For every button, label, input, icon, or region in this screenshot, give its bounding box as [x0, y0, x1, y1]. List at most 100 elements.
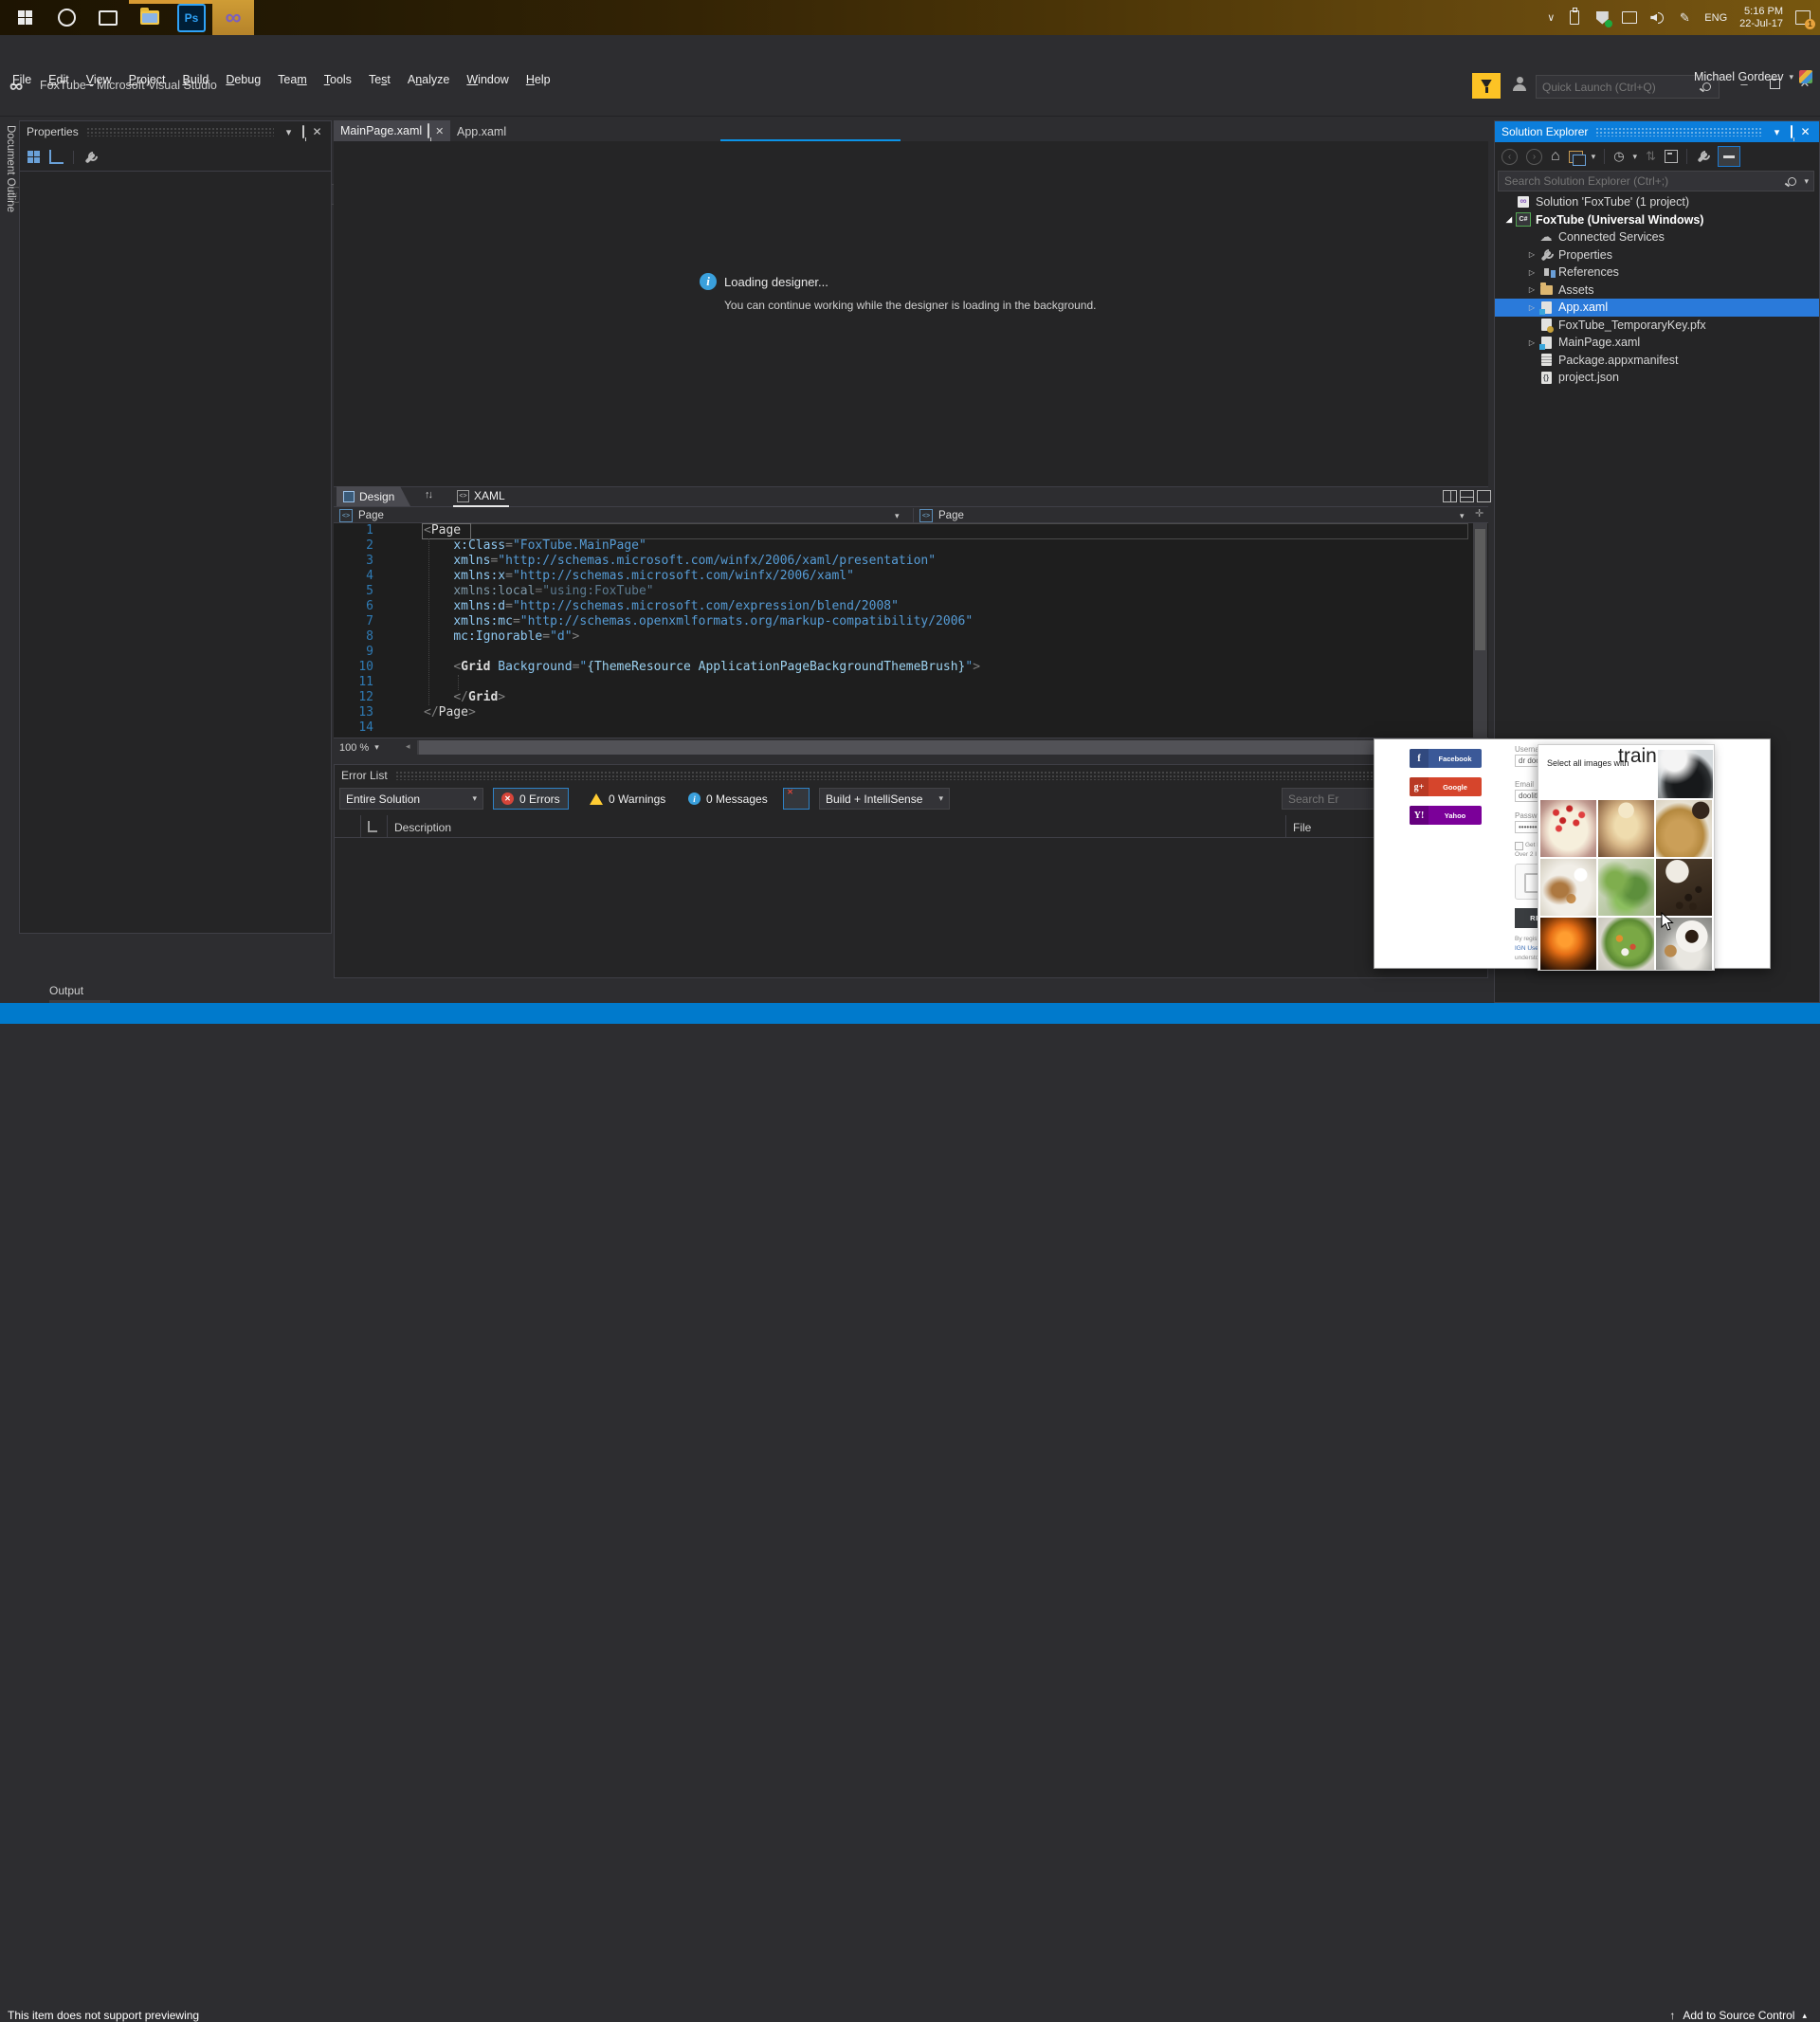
code-line-6[interactable]: 6 xmlns:d="http://schemas.microsoft.com/…: [334, 599, 1488, 614]
close-icon[interactable]: ✕: [310, 125, 324, 138]
horizontal-scrollbar-thumb[interactable]: [419, 740, 1452, 755]
collapse-all-icon[interactable]: [1664, 148, 1678, 165]
add-to-source-control[interactable]: ↑ Add to Source Control ▴: [1669, 2009, 1807, 2022]
code-line-3[interactable]: 3 xmlns="http://schemas.microsoft.com/wi…: [334, 554, 1488, 569]
property-pages-icon[interactable]: [83, 151, 97, 164]
captcha-image-strawberry-cake[interactable]: [1540, 800, 1596, 857]
file-explorer-button[interactable]: [129, 0, 171, 35]
column-description[interactable]: Description: [394, 821, 451, 834]
tree-item-mainpage-xaml[interactable]: ▷ MainPage.xaml: [1495, 334, 1819, 352]
switch-views-icon[interactable]: [1568, 148, 1586, 166]
properties-panel-header[interactable]: Properties ▾ ✕: [20, 121, 331, 142]
expander-collapsed-icon[interactable]: ▷: [1525, 303, 1538, 312]
breadcrumb-right[interactable]: <> Page: [919, 509, 964, 522]
tab-xaml[interactable]: <> XAML: [453, 486, 509, 507]
captcha-image-pancakes[interactable]: [1656, 800, 1712, 857]
captcha-image-train[interactable]: [1658, 750, 1713, 798]
facebook-login-button[interactable]: f Facebook: [1410, 749, 1482, 768]
window-position-icon[interactable]: ▾: [282, 126, 296, 138]
xaml-code-editor[interactable]: 1 <Page 2 x:Class="FoxTube.MainPage" 3 xmln…: [334, 523, 1488, 738]
errors-filter-button[interactable]: ✕ 0 Errors: [493, 788, 569, 810]
task-view-button[interactable]: [87, 0, 129, 35]
code-line-14[interactable]: 14: [334, 720, 1488, 736]
pen-icon[interactable]: ✎: [1677, 10, 1692, 26]
newsletter-checkbox[interactable]: [1515, 842, 1523, 850]
code-line-13[interactable]: 13 </Page>: [334, 705, 1488, 720]
captcha-image-breakfast-plate[interactable]: [1540, 859, 1596, 916]
tree-item-assets[interactable]: ▷ Assets: [1495, 282, 1819, 300]
start-button[interactable]: [4, 0, 46, 35]
action-center-icon[interactable]: 1: [1795, 10, 1815, 29]
captcha-image-veggie-bowl[interactable]: [1598, 918, 1654, 970]
captcha-image-coffee-beans[interactable]: [1656, 859, 1712, 916]
window-position-icon[interactable]: ▾: [1770, 126, 1784, 138]
solution-explorer-header[interactable]: Solution Explorer ▾ ✕: [1495, 121, 1819, 142]
categorized-icon[interactable]: [27, 151, 40, 163]
hidden-icons-chevron[interactable]: ∨: [1547, 11, 1555, 24]
volume-icon[interactable]: [1649, 10, 1665, 26]
title-bar[interactable]: ∞ FoxTube - Microsoft Visual Studio – ✕: [0, 35, 1820, 99]
error-mode-dropdown[interactable]: Build + IntelliSense ▾: [819, 788, 950, 810]
captcha-image-banana-dessert[interactable]: [1598, 800, 1654, 857]
expander-collapsed-icon[interactable]: ▷: [1525, 285, 1538, 294]
error-scope-dropdown[interactable]: Entire Solution ▾: [339, 788, 483, 810]
error-list-header[interactable]: Error List: [335, 765, 1487, 786]
split-grip-icon[interactable]: ✛: [1475, 507, 1483, 519]
photoshop-button[interactable]: Ps: [171, 0, 212, 35]
chevron-down-icon[interactable]: ▾: [1460, 511, 1465, 521]
google-login-button[interactable]: g+ Google: [1410, 777, 1482, 796]
tab-design[interactable]: Design: [337, 486, 410, 506]
code-line-1[interactable]: 1 <Page: [334, 523, 1488, 538]
vertical-split-icon[interactable]: [1443, 490, 1457, 502]
solution-explorer-search[interactable]: ▾: [1498, 171, 1814, 191]
visual-studio-button[interactable]: ∞: [212, 0, 254, 35]
menu-test[interactable]: Test: [360, 70, 399, 89]
sort-alphabetical-icon[interactable]: [49, 150, 64, 164]
breadcrumb-left[interactable]: <> Page: [339, 509, 384, 522]
tree-item-references[interactable]: ▷ References: [1495, 264, 1819, 282]
chevron-down-icon[interactable]: ▾: [895, 511, 900, 521]
user-account[interactable]: Michael Gordeev ▾: [1694, 70, 1812, 83]
code-line-5[interactable]: 5 xmlns:local="using:FoxTube": [334, 584, 1488, 599]
zoom-control[interactable]: 100 % ▾: [336, 739, 398, 756]
swap-panes-icon[interactable]: ↑↓: [425, 489, 433, 501]
code-line-9[interactable]: 9: [334, 645, 1488, 660]
tree-item-project-json[interactable]: {} project.json: [1495, 369, 1819, 387]
close-icon[interactable]: ✕: [1798, 125, 1812, 138]
code-line-11[interactable]: 11: [334, 675, 1488, 690]
code-line-4[interactable]: 4 xmlns:x="http://schemas.microsoft.com/…: [334, 569, 1488, 584]
menu-debug[interactable]: Debug: [217, 70, 269, 89]
code-line-7[interactable]: 7 xmlns:mc="http://schemas.openxmlformat…: [334, 614, 1488, 629]
pin-icon[interactable]: [428, 123, 430, 138]
yahoo-login-button[interactable]: Y! Yahoo: [1410, 806, 1482, 825]
captcha-image-green-salad[interactable]: [1598, 859, 1654, 916]
tree-item-solution-foxtube-1-project-[interactable]: ∞ Solution 'FoxTube' (1 project): [1495, 193, 1819, 211]
tree-item-package-appxmanifest[interactable]: Package.appxmanifest: [1495, 352, 1819, 370]
tree-item-properties[interactable]: ▷ Properties: [1495, 246, 1819, 264]
tab-mainpage-xaml[interactable]: MainPage.xaml ✕: [334, 120, 450, 141]
menu-tools[interactable]: Tools: [316, 70, 360, 89]
clock[interactable]: 5:16 PM 22-Jul-17: [1739, 6, 1783, 30]
forward-icon[interactable]: ›: [1526, 148, 1542, 165]
expander-collapsed-icon[interactable]: ▷: [1525, 338, 1538, 347]
menu-build[interactable]: Build: [174, 70, 218, 89]
solution-explorer-search-input[interactable]: [1499, 174, 1789, 188]
pin-icon[interactable]: [296, 125, 310, 138]
home-icon[interactable]: ⌂: [1551, 148, 1560, 165]
menu-team[interactable]: Team: [269, 70, 316, 89]
pin-icon[interactable]: [1784, 125, 1798, 138]
code-line-12[interactable]: 12 </Grid>: [334, 690, 1488, 705]
scroll-left-arrow[interactable]: ◂: [406, 741, 410, 752]
close-icon[interactable]: ✕: [435, 125, 444, 137]
code-line-10[interactable]: 10 <Grid Background="{ThemeResource Appl…: [334, 660, 1488, 675]
expand-pane-icon[interactable]: [1477, 490, 1491, 502]
tree-item-app-xaml[interactable]: ▷ App.xaml: [1495, 299, 1819, 317]
defender-shield-icon[interactable]: [1594, 10, 1613, 27]
code-line-8[interactable]: 8 mc:Ignorable="d">: [334, 629, 1488, 645]
network-display-icon[interactable]: [1622, 10, 1638, 26]
tree-item-foxtube-universal-windows-[interactable]: ◢ C# FoxTube (Universal Windows): [1495, 211, 1819, 229]
captcha-image-orange-basket[interactable]: [1540, 918, 1596, 970]
menu-window[interactable]: Window: [458, 70, 517, 89]
menu-file[interactable]: File: [4, 70, 40, 89]
menu-analyze[interactable]: Analyze: [399, 70, 458, 89]
